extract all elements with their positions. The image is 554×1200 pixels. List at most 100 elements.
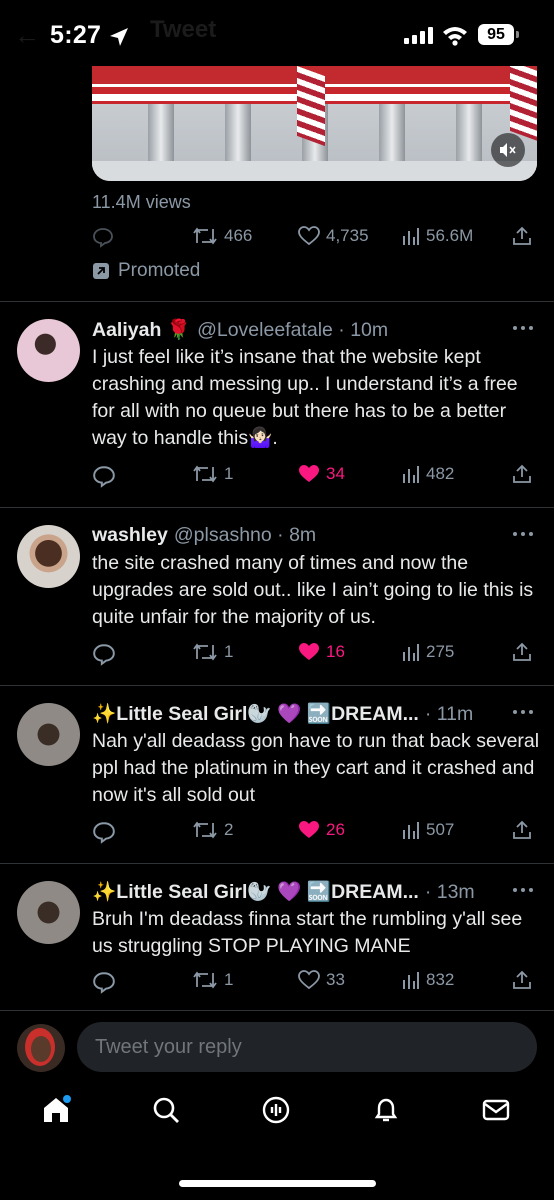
reply-button[interactable] <box>92 970 116 994</box>
tweet-text: Bruh I'm deadass finna start the rumblin… <box>92 908 523 957</box>
reply-button[interactable] <box>92 820 116 844</box>
retweet-icon <box>193 465 217 483</box>
more-icon[interactable] <box>512 324 534 332</box>
like-button[interactable]: 26 <box>298 820 345 840</box>
share-icon <box>513 642 531 661</box>
retweet-icon <box>193 227 217 245</box>
analytics-button[interactable]: 56.6M <box>402 226 473 246</box>
analytics-icon <box>403 972 419 989</box>
display-name[interactable]: Aaliyah 🌹 <box>92 318 191 342</box>
tweet-item[interactable]: ✨Little Seal Girl🦭 💜 🔜DREAM... · 13m Bru… <box>0 864 554 1010</box>
handle-and-time[interactable]: · 11m <box>425 703 473 726</box>
analytics-count: 507 <box>426 820 455 839</box>
retweet-icon <box>193 821 217 839</box>
promoted-video[interactable] <box>92 66 537 181</box>
handle-and-time[interactable]: @plsashno · 8m <box>174 524 316 547</box>
handle-and-time[interactable]: @Loveleefatale · 10m <box>197 319 388 342</box>
battery-level: 95 <box>487 25 505 43</box>
display-name[interactable]: ✨Little Seal Girl🦭 💜 🔜DREAM... <box>92 880 419 904</box>
notifications-icon <box>374 1098 398 1122</box>
retweet-button[interactable]: 1 <box>192 970 233 990</box>
tab-search[interactable] <box>146 1090 186 1130</box>
share-button[interactable] <box>512 642 532 662</box>
divider <box>0 1010 554 1011</box>
clock: 5:27 <box>50 21 102 49</box>
tab-home[interactable] <box>36 1090 76 1130</box>
heart-filled-icon <box>299 643 319 660</box>
reply-button[interactable] <box>92 464 116 488</box>
flag-image <box>297 66 325 147</box>
like-count: 34 <box>326 464 345 483</box>
share-button[interactable] <box>512 970 532 990</box>
home-indicator[interactable] <box>179 1180 376 1187</box>
spaces-icon <box>262 1096 290 1124</box>
tweet-header: ✨Little Seal Girl🦭 💜 🔜DREAM... · 11m <box>92 702 473 726</box>
avatar[interactable] <box>17 319 80 382</box>
share-button[interactable] <box>512 226 532 246</box>
like-button[interactable]: 4,735 <box>298 226 369 246</box>
more-icon[interactable] <box>512 708 534 716</box>
avatar[interactable] <box>17 881 80 944</box>
analytics-button[interactable]: 275 <box>402 642 454 662</box>
tweet-header: washley @plsashno · 8m <box>92 524 316 547</box>
more-icon[interactable] <box>512 886 534 894</box>
share-icon <box>513 464 531 483</box>
retweet-button[interactable]: 2 <box>192 820 233 840</box>
reply-icon <box>93 644 115 666</box>
like-button[interactable]: 16 <box>298 642 345 662</box>
promoted-label[interactable]: Promoted <box>92 260 200 282</box>
analytics-button[interactable]: 507 <box>402 820 454 840</box>
reply-input[interactable]: Tweet your reply <box>77 1022 537 1072</box>
back-icon[interactable]: ← <box>14 20 40 51</box>
flag-image <box>510 66 537 142</box>
analytics-icon <box>403 466 419 483</box>
mute-button[interactable] <box>491 133 525 167</box>
tweet-text: I just feel like it’s insane that the we… <box>92 346 518 449</box>
analytics-button[interactable]: 832 <box>402 970 454 990</box>
like-count: 33 <box>326 970 345 989</box>
share-button[interactable] <box>512 464 532 484</box>
reply-icon <box>93 972 115 994</box>
messages-icon <box>482 1099 510 1121</box>
tab-spaces[interactable] <box>256 1090 296 1130</box>
retweet-button[interactable]: 1 <box>192 642 233 662</box>
display-name[interactable]: ✨Little Seal Girl🦭 💜 🔜DREAM... <box>92 702 419 726</box>
tab-messages[interactable] <box>476 1090 516 1130</box>
avatar[interactable] <box>17 703 80 766</box>
share-button[interactable] <box>512 820 532 840</box>
view-count: 11.4M views <box>92 192 191 212</box>
share-icon <box>513 970 531 989</box>
tab-notifications[interactable] <box>366 1090 406 1130</box>
reply-button[interactable] <box>92 226 114 248</box>
tweet-item[interactable]: washley @plsashno · 8m the site crashed … <box>0 508 554 684</box>
retweet-button[interactable]: 466 <box>192 226 252 246</box>
reply-button[interactable] <box>92 642 116 666</box>
retweet-count: 466 <box>224 226 253 245</box>
handle-and-time[interactable]: · 13m <box>425 881 475 904</box>
promoted-actions: 466 4,735 56.6M <box>92 226 534 252</box>
promoted-icon <box>93 263 109 279</box>
analytics-count: 482 <box>426 464 455 483</box>
heart-filled-icon <box>299 821 319 838</box>
retweet-icon <box>193 971 217 989</box>
wifi-icon <box>443 27 467 46</box>
like-count: 4,735 <box>326 226 369 245</box>
tweet-item[interactable]: ✨Little Seal Girl🦭 💜 🔜DREAM... · 11m Nah… <box>0 686 554 862</box>
more-icon[interactable] <box>512 530 534 538</box>
like-button[interactable]: 33 <box>298 970 345 990</box>
retweet-button[interactable]: 1 <box>192 464 233 484</box>
like-button[interactable]: 34 <box>298 464 345 484</box>
tweet-item[interactable]: Aaliyah 🌹 @Loveleefatale · 10m I just fe… <box>0 302 554 506</box>
retweet-count: 1 <box>224 464 234 483</box>
avatar[interactable] <box>17 525 80 588</box>
notification-dot <box>63 1095 71 1103</box>
share-icon <box>513 226 531 245</box>
analytics-button[interactable]: 482 <box>402 464 454 484</box>
reply-icon <box>93 822 115 844</box>
display-name[interactable]: washley <box>92 524 168 547</box>
analytics-icon <box>403 644 419 661</box>
analytics-count: 275 <box>426 642 455 661</box>
like-count: 26 <box>326 820 345 839</box>
analytics-count: 56.6M <box>426 226 474 245</box>
reply-avatar[interactable] <box>17 1024 65 1072</box>
